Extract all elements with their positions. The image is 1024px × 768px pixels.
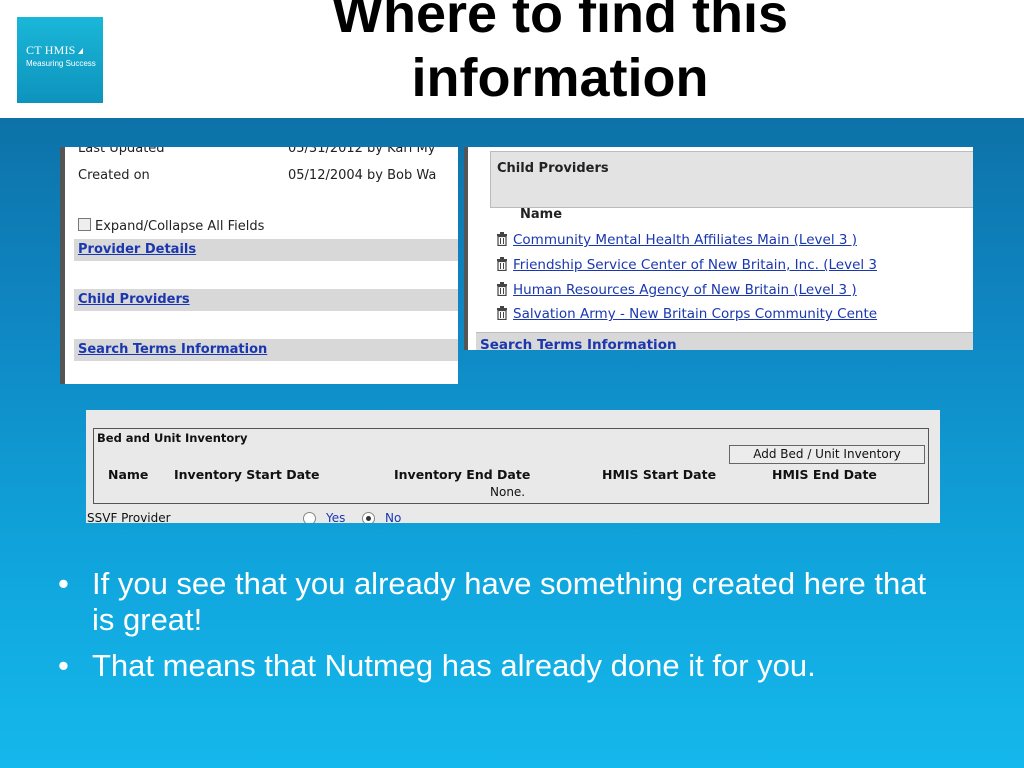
bullet-item: • If you see that you already have somet… [54, 566, 934, 638]
ssvf-no-radio[interactable] [362, 512, 375, 523]
created-on-row: Created on 05/12/2004 by Bob Wa [78, 168, 436, 183]
section-provider-details: Provider Details [74, 239, 458, 261]
slide-title-line-1: Where to find this [332, 0, 788, 44]
last-updated-value: 05/31/2012 by Karl My [288, 147, 436, 156]
section-child-providers: Child Providers [74, 289, 458, 311]
bullet-item: • That means that Nutmeg has already don… [54, 648, 934, 684]
bullet-text: If you see that you already have somethi… [92, 566, 927, 637]
search-terms-link[interactable]: Search Terms Information [480, 337, 677, 350]
created-on-label: Created on [78, 168, 150, 183]
trash-icon[interactable] [496, 306, 508, 320]
child-providers-title: Child Providers [497, 161, 609, 176]
expand-collapse-checkbox[interactable] [78, 218, 91, 231]
section-search-terms: Search Terms Information [476, 332, 973, 350]
child-providers-link[interactable]: Child Providers [78, 292, 190, 307]
bullet-list: • If you see that you already have somet… [54, 566, 934, 694]
provider-details-link[interactable]: Provider Details [78, 242, 196, 257]
bullet-text: That means that Nutmeg has already done … [92, 648, 816, 683]
bed-unit-inventory-panel: Bed and Unit Inventory Add Bed / Unit In… [93, 428, 929, 504]
child-provider-item: Community Mental Health Affiliates Main … [496, 232, 857, 248]
logo-tagline: Measuring Success [26, 59, 96, 68]
last-updated-row: Last Updated 05/31/2012 by Karl My [78, 147, 435, 156]
name-column-header: Name [520, 207, 563, 222]
search-terms-link[interactable]: Search Terms Information [78, 342, 267, 357]
expand-collapse-toggle[interactable]: Expand/Collapse All Fields [78, 218, 264, 234]
expand-collapse-label: Expand/Collapse All Fields [95, 219, 265, 234]
child-provider-item: Salvation Army - New Britain Corps Commu… [496, 306, 877, 322]
trash-icon[interactable] [496, 257, 508, 271]
header-inventory-end-date: Inventory End Date [394, 467, 531, 482]
add-bed-unit-inventory-button[interactable]: Add Bed / Unit Inventory [729, 445, 925, 464]
header-hmis-end-date: HMIS End Date [772, 467, 877, 482]
ssvf-provider-label: SSVF Provider [87, 511, 171, 523]
child-providers-panel: Child Providers [490, 151, 973, 208]
child-providers-screenshot: Child Providers Name Community Mental He… [464, 147, 973, 350]
child-provider-link[interactable]: Salvation Army - New Britain Corps Commu… [513, 306, 877, 322]
header-hmis-start-date: HMIS Start Date [602, 467, 717, 482]
bullet-marker: • [58, 648, 69, 683]
child-provider-link[interactable]: Friendship Service Center of New Britain… [513, 257, 877, 273]
bed-unit-inventory-screenshot: Bed and Unit Inventory Add Bed / Unit In… [86, 410, 940, 523]
child-provider-link[interactable]: Human Resources Agency of New Britain (L… [513, 282, 857, 298]
header-inventory-start-date: Inventory Start Date [174, 467, 320, 482]
section-search-terms: Search Terms Information [74, 339, 458, 361]
bed-unit-inventory-title: Bed and Unit Inventory [97, 431, 248, 445]
created-on-value: 05/12/2004 by Bob Wa [288, 168, 437, 183]
bullet-marker: • [58, 566, 69, 601]
trash-icon[interactable] [496, 282, 508, 296]
divider [60, 147, 65, 384]
child-provider-link[interactable]: Community Mental Health Affiliates Main … [513, 232, 857, 248]
child-provider-item: Friendship Service Center of New Britain… [496, 257, 877, 273]
child-provider-item: Human Resources Agency of New Britain (L… [496, 282, 857, 298]
ssvf-yes-label[interactable]: Yes [326, 511, 345, 523]
provider-summary-screenshot: Last Updated 05/31/2012 by Karl My Creat… [60, 147, 458, 384]
slide-title: Where to find this information [200, 0, 920, 110]
ssvf-no-label[interactable]: No [385, 511, 401, 523]
ssvf-yes-radio[interactable] [303, 512, 316, 523]
ct-hmis-logo: CT HMIS Measuring Success [17, 17, 103, 103]
logo-mark-icon [77, 47, 83, 54]
header-name: Name [108, 467, 149, 482]
last-updated-label: Last Updated [78, 147, 165, 156]
trash-icon[interactable] [496, 232, 508, 246]
logo-text: CT HMIS [26, 43, 76, 57]
divider [464, 147, 468, 350]
slide-title-line-2: information [411, 48, 709, 108]
empty-inventory-text: None. [490, 485, 526, 499]
